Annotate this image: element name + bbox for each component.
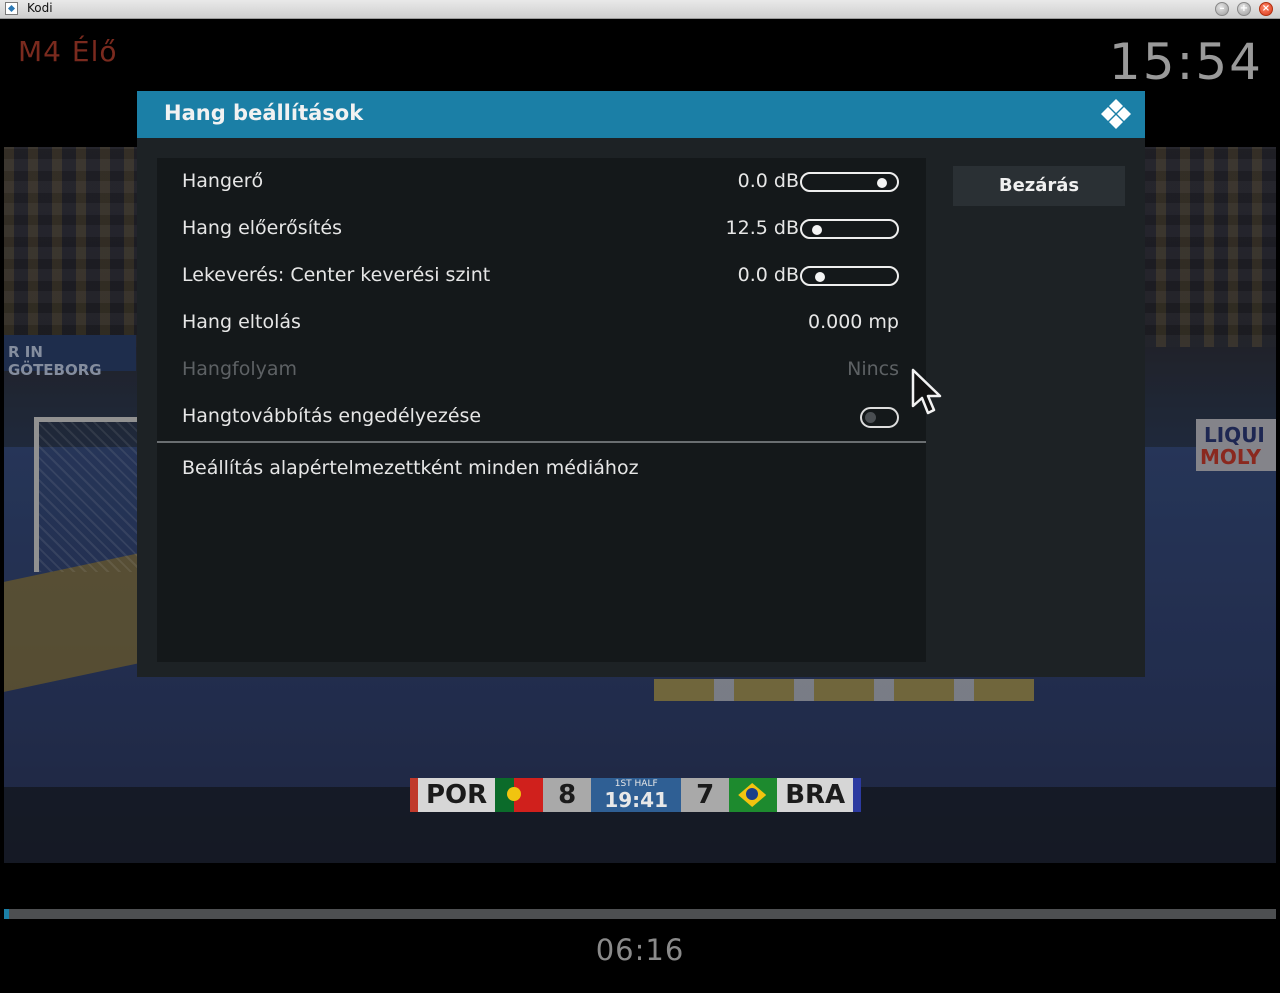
- playback-progress-bar[interactable]: [4, 909, 1276, 919]
- portugal-flag-icon: [495, 778, 544, 812]
- slider-knob[interactable]: [812, 225, 823, 235]
- center-mix-slider[interactable]: [800, 266, 899, 286]
- match-clock: 1ST HALF 19:41: [591, 778, 682, 812]
- mouse-pointer-icon: [911, 368, 942, 415]
- kodi-app-icon: [5, 2, 18, 15]
- slider-knob[interactable]: [876, 178, 887, 188]
- maximize-icon: +: [1239, 3, 1249, 14]
- setting-value: 12.5 dB: [725, 217, 799, 239]
- dialog-header: Hang beállítások: [137, 91, 1145, 138]
- setting-label: Hangfolyam: [182, 358, 298, 380]
- dialog-title: Hang beállítások: [164, 101, 364, 125]
- score-left: 8: [543, 778, 592, 812]
- kodi-screen: M4 Élő 15:54 R IN GÖTEBORG LIQUI MOLY POR…: [4, 19, 1276, 991]
- setting-value: 0.0 dB: [737, 170, 799, 192]
- set-default-for-all-media[interactable]: Beállítás alapértelmezettként minden méd…: [182, 457, 639, 479]
- close-icon: ×: [1261, 3, 1271, 14]
- settings-divider: [157, 441, 926, 443]
- setting-label: Lekeverés: Center keverési szint: [182, 264, 491, 286]
- audio-settings-dialog: Hang beállítások Hangerő 0.0 dB Hang elő…: [137, 91, 1145, 677]
- clock: 15:54: [1108, 33, 1263, 91]
- window-titlebar: Kodi – + ×: [0, 0, 1280, 19]
- setting-audio-offset[interactable]: Hang eltolás 0.000 mp: [157, 299, 926, 346]
- channel-name: M4 Élő: [18, 35, 118, 68]
- scoreboard-end-right: [853, 778, 862, 812]
- setting-passthrough[interactable]: Hangtovábbítás engedélyezése: [157, 393, 926, 440]
- minimize-icon: –: [1219, 3, 1225, 14]
- brazil-flag-icon: [729, 778, 778, 812]
- close-dialog-button[interactable]: Bezárás: [953, 166, 1125, 206]
- setting-label: Hangtovábbítás engedélyezése: [182, 405, 482, 427]
- close-window-button[interactable]: ×: [1259, 2, 1273, 16]
- window-title: Kodi: [27, 1, 53, 15]
- setting-value: 0.000 mp: [807, 311, 899, 333]
- setting-value: 0.0 dB: [737, 264, 799, 286]
- volume-slider[interactable]: [800, 172, 899, 192]
- passthrough-toggle[interactable]: [860, 407, 899, 428]
- team-left: POR: [418, 778, 496, 812]
- setting-value: Nincs: [847, 358, 899, 380]
- team-right: BRA: [777, 778, 854, 812]
- setting-volume[interactable]: Hangerő 0.0 dB: [157, 158, 926, 205]
- slider-knob[interactable]: [815, 272, 826, 282]
- settings-list: Hangerő 0.0 dB Hang előerősítés 12.5 dB …: [157, 158, 926, 662]
- scoreboard: POR 8 1ST HALF 19:41 7 BRA: [410, 778, 870, 812]
- playback-progress-fill: [4, 909, 10, 919]
- maximize-button[interactable]: +: [1237, 2, 1251, 16]
- setting-label: Hang eltolás: [182, 311, 301, 333]
- elapsed-time: 06:16: [595, 933, 685, 967]
- setting-audio-stream: Hangfolyam Nincs: [157, 346, 926, 393]
- match-time: 19:41: [604, 788, 669, 812]
- toggle-knob: [865, 412, 876, 423]
- kodi-logo-icon: [1101, 99, 1131, 129]
- scoreboard-end-left: [410, 778, 418, 812]
- setting-center-mix-level[interactable]: Lekeverés: Center keverési szint 0.0 dB: [157, 252, 926, 299]
- setting-label: Hangerő: [182, 170, 264, 192]
- minimize-button[interactable]: –: [1215, 2, 1229, 16]
- setting-amplification[interactable]: Hang előerősítés 12.5 dB: [157, 205, 926, 252]
- score-right: 7: [681, 778, 730, 812]
- amplification-slider[interactable]: [800, 219, 899, 239]
- setting-label: Hang előerősítés: [182, 217, 343, 239]
